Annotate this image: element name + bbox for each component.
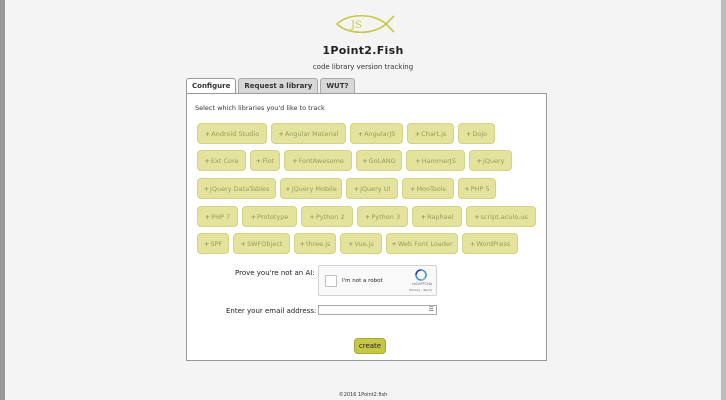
plus-icon: + — [476, 156, 482, 165]
tab-request-library[interactable]: Request a library — [238, 78, 319, 94]
library-button[interactable]: + HammerJS — [406, 150, 465, 171]
library-button[interactable]: + WordPress — [462, 233, 518, 254]
library-button[interactable]: + Android Studio — [197, 123, 267, 144]
create-button[interactable]: create — [354, 338, 386, 354]
library-button[interactable]: + three.js — [294, 233, 336, 254]
autofill-icon: ☰ — [428, 306, 434, 313]
plus-icon: + — [292, 156, 298, 165]
plus-icon: + — [309, 212, 315, 221]
library-button[interactable]: + Ext Core — [197, 150, 246, 171]
recaptcha-checkbox-label: I'm not a robot — [342, 278, 383, 284]
plus-icon: + — [391, 239, 397, 248]
library-row: + SPF + SWFObject + three.js + Vue.js + Web F… — [197, 233, 522, 254]
plus-icon: + — [353, 184, 360, 193]
plus-icon: + — [203, 239, 210, 248]
tab-bar: Configure Request a library WUT? — [186, 78, 357, 95]
library-row: + Ext Core + Flot + FontAwesome + GoLANG + Ha… — [197, 150, 516, 171]
recaptcha-brand: reCAPTCHA — [412, 282, 432, 286]
tab-wut[interactable]: WUT? — [320, 78, 355, 94]
library-button[interactable]: + jQuery Mobile — [280, 178, 342, 199]
library-button[interactable]: + SPF — [197, 233, 229, 254]
library-button[interactable]: + FontAwesome — [284, 150, 352, 171]
library-button[interactable]: + GoLANG — [356, 150, 402, 171]
library-button[interactable]: + Dojo — [458, 123, 495, 144]
recaptcha-links[interactable]: Privacy - Terms — [409, 288, 432, 292]
library-button[interactable]: + Flot — [250, 150, 280, 171]
library-row: + jQuery DataTables + jQuery Mobile + jQuer… — [197, 178, 500, 199]
plus-icon: + — [409, 184, 416, 193]
plus-icon: + — [204, 129, 211, 138]
library-button[interactable]: + Vue.js — [340, 233, 382, 254]
plus-icon: + — [299, 239, 305, 248]
library-button[interactable]: + Angular Material — [271, 123, 346, 144]
plus-icon: + — [348, 239, 354, 248]
library-button[interactable]: + PHP 7 — [197, 206, 238, 227]
library-row: + PHP 7 + Prototype + Python 2 + Python 3 + R… — [197, 206, 540, 227]
library-button[interactable]: + Python 3 — [357, 206, 408, 227]
plus-icon: + — [414, 129, 421, 138]
plus-icon: + — [474, 212, 480, 221]
page: JS 1Point2.Fish code library version tra… — [5, 0, 721, 400]
plus-icon: + — [278, 129, 284, 138]
library-button[interactable]: + Prototype — [242, 206, 297, 227]
configure-panel: Select which libraries you'd like to tra… — [186, 93, 547, 361]
library-button[interactable]: + script.aculo.us — [466, 206, 536, 227]
plus-icon: + — [285, 184, 291, 193]
library-button[interactable]: + Raphael — [412, 206, 462, 227]
plus-icon: + — [204, 156, 210, 165]
plus-icon: + — [362, 156, 368, 165]
email-label: Enter your email address: — [226, 307, 317, 315]
library-button[interactable]: + jQuery DataTables — [197, 178, 276, 199]
library-instructions: Select which libraries you'd like to tra… — [195, 104, 325, 112]
library-row: + Android Studio + Angular Material + Angul… — [197, 123, 499, 144]
recaptcha-checkbox[interactable] — [325, 275, 337, 287]
captcha-label: Prove you're not an AI: — [235, 269, 315, 277]
svg-text:JS: JS — [350, 20, 362, 31]
site-title: 1Point2.Fish — [322, 44, 404, 57]
plus-icon: + — [203, 184, 210, 193]
plus-icon: + — [465, 129, 472, 138]
library-button[interactable]: + jQuery — [469, 150, 512, 171]
library-button[interactable]: + Python 2 — [301, 206, 353, 227]
library-button[interactable]: + Chart.js — [407, 123, 454, 144]
library-button[interactable]: + AngularJS — [350, 123, 403, 144]
recaptcha-logo-icon — [415, 269, 427, 281]
library-button[interactable]: + PHP 5 — [458, 178, 496, 199]
right-scrollbar[interactable] — [721, 0, 726, 400]
plus-icon: + — [364, 212, 371, 221]
plus-icon: + — [240, 239, 246, 248]
recaptcha-widget: I'm not a robot reCAPTCHA Privacy - Term… — [318, 265, 437, 296]
footer-copyright: ©2016 1Point2.fish — [338, 392, 388, 398]
plus-icon: + — [469, 239, 476, 248]
plus-icon: + — [357, 129, 364, 138]
plus-icon: + — [415, 156, 421, 165]
email-input[interactable]: ☰ — [318, 305, 437, 315]
library-button[interactable]: + SWFObject — [233, 233, 290, 254]
plus-icon: + — [255, 156, 262, 165]
plus-icon: + — [250, 212, 257, 221]
plus-icon: + — [204, 212, 211, 221]
site-tagline: code library version tracking — [312, 63, 414, 71]
library-button[interactable]: + MooTools — [402, 178, 454, 199]
library-button[interactable]: + Web Font Loader — [386, 233, 458, 254]
fish-logo-icon: JS — [335, 14, 395, 34]
plus-icon: + — [464, 184, 470, 193]
library-button[interactable]: + jQuery UI — [346, 178, 398, 199]
plus-icon: + — [420, 212, 427, 221]
